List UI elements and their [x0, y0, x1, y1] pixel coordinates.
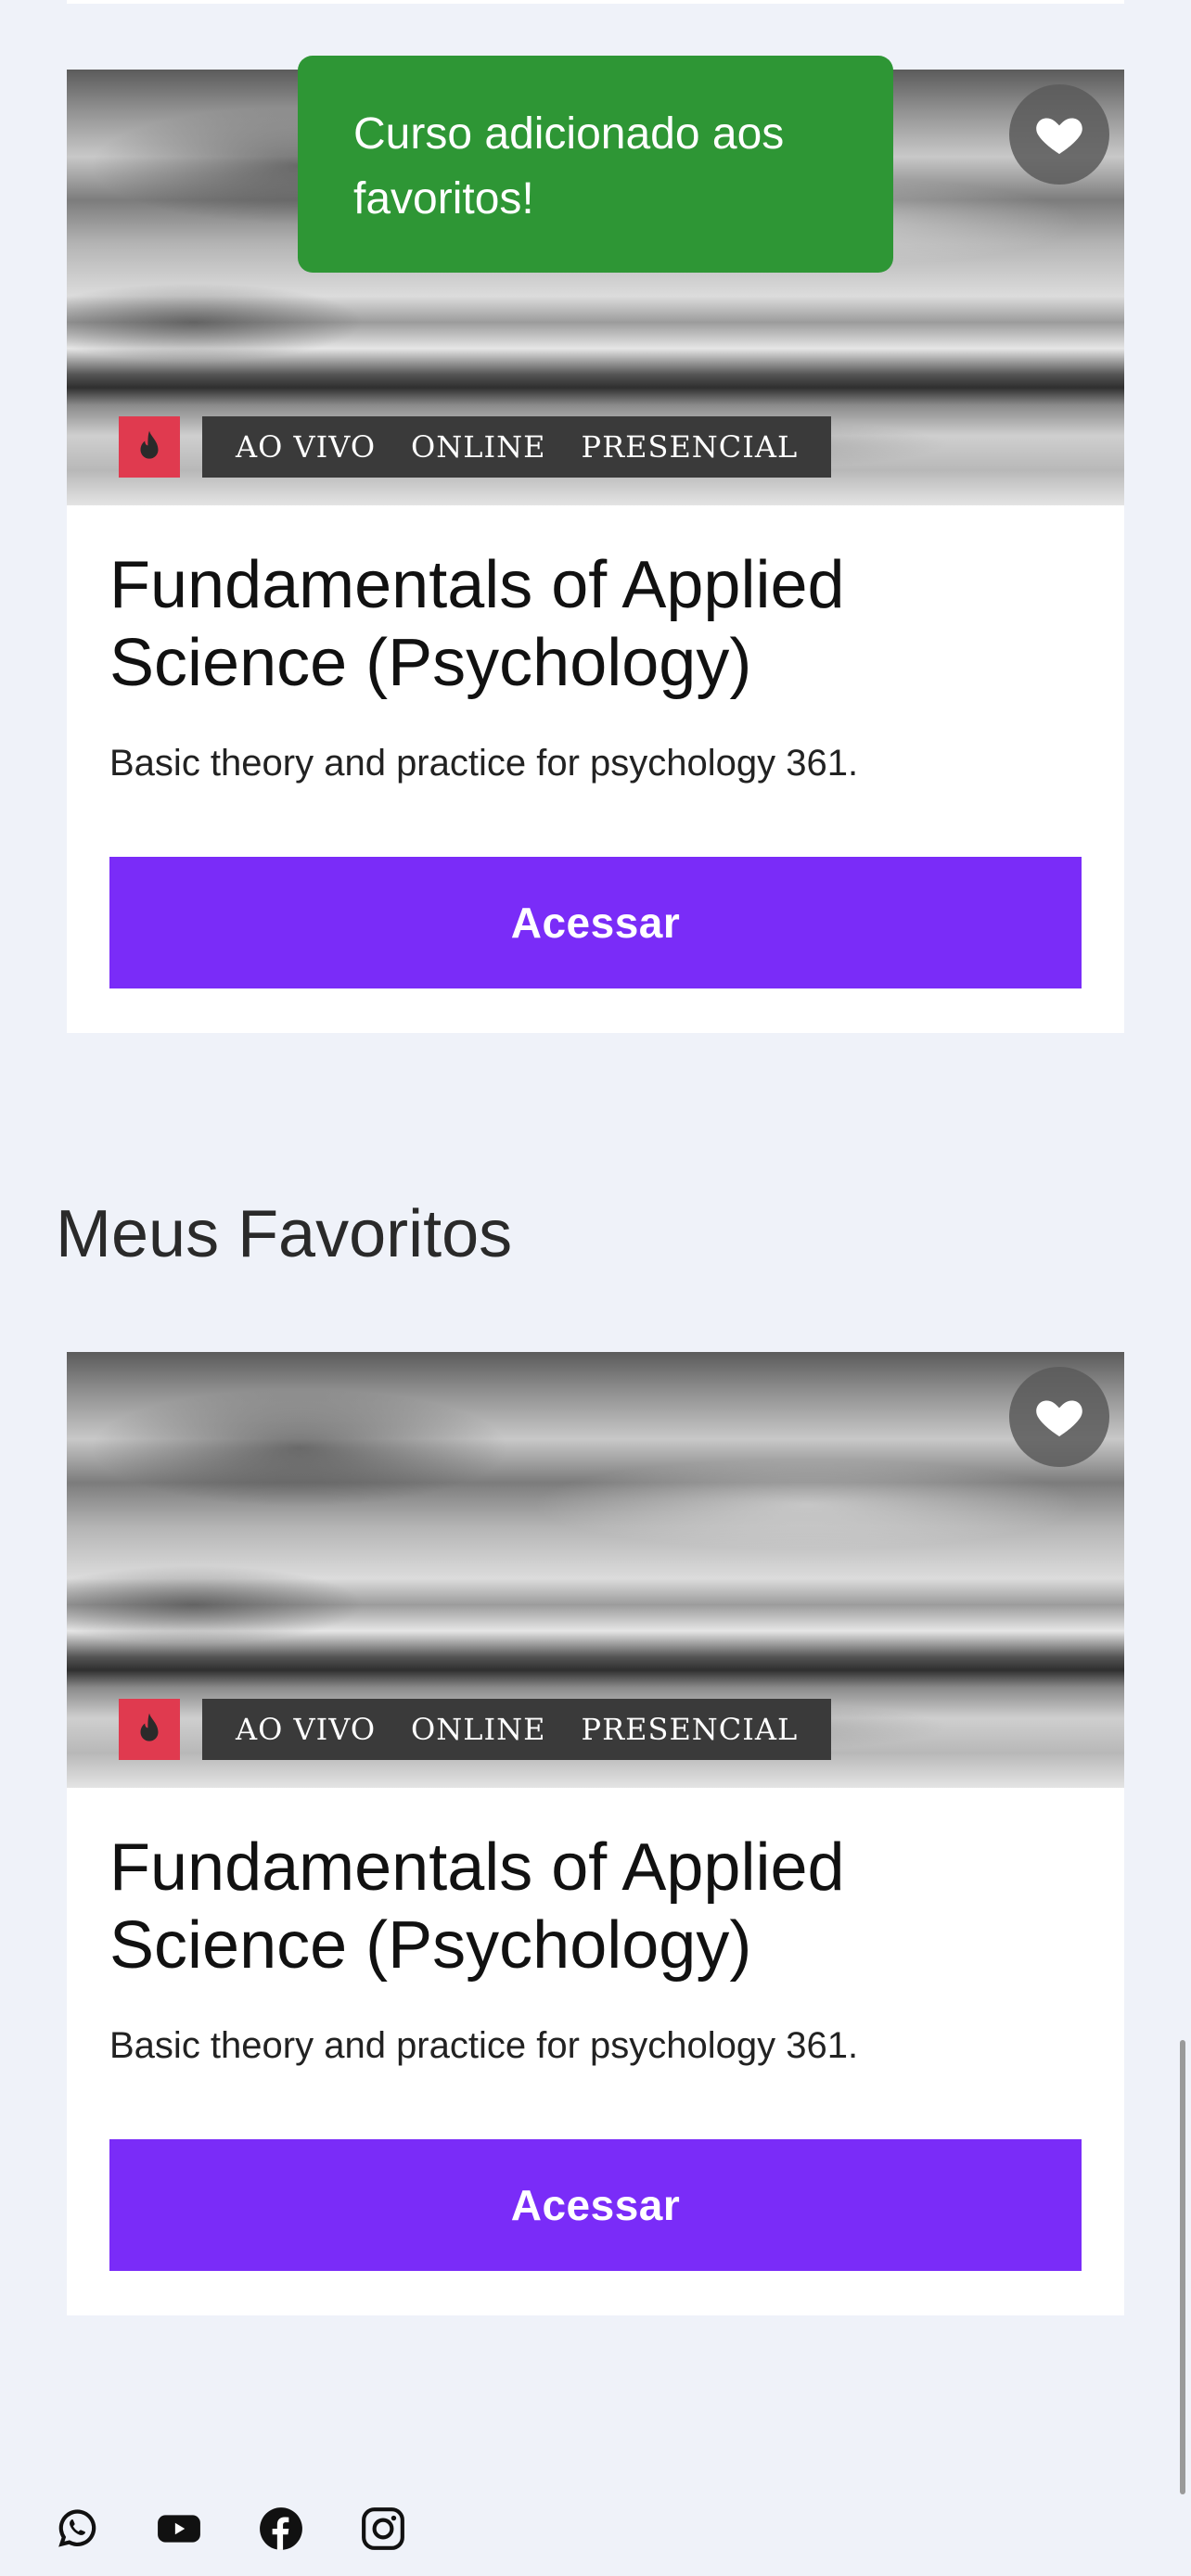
course-description: Basic theory and practice for psychology…	[109, 743, 859, 784]
heart-icon	[1036, 1400, 1082, 1436]
course-title: Fundamentals of Applied Science (Psychol…	[109, 1830, 845, 1983]
social-links	[54, 2506, 406, 2552]
flame-icon	[140, 1713, 159, 1741]
heart-icon	[1036, 118, 1082, 154]
favorite-course-card: AO VIVO ONLINE PRESENCIAL Fundamentals o…	[67, 1352, 1124, 2315]
flame-icon	[140, 430, 159, 459]
live-badge	[119, 416, 180, 478]
course-image: AO VIVO ONLINE PRESENCIAL	[67, 1352, 1124, 1788]
favorites-section-title: Meus Favoritos	[56, 1197, 513, 1271]
youtube-icon[interactable]	[156, 2506, 202, 2552]
live-badge	[119, 1699, 180, 1760]
toast-notification: Curso adicionado aos favoritos!	[298, 56, 893, 273]
tag-online: ONLINE	[411, 429, 546, 465]
modality-tags: AO VIVO ONLINE PRESENCIAL	[202, 416, 832, 478]
tag-in-person: PRESENCIAL	[581, 429, 799, 465]
tag-live: AO VIVO	[236, 429, 377, 465]
course-badges: AO VIVO ONLINE PRESENCIAL	[119, 416, 832, 478]
instagram-icon[interactable]	[360, 2506, 406, 2552]
whatsapp-icon[interactable]	[54, 2506, 100, 2552]
course-title: Fundamentals of Applied Science (Psychol…	[109, 548, 845, 700]
tag-in-person: PRESENCIAL	[581, 1712, 799, 1747]
favorite-button[interactable]	[1009, 84, 1109, 185]
tag-live: AO VIVO	[236, 1712, 377, 1747]
facebook-icon[interactable]	[258, 2506, 304, 2552]
scrollbar[interactable]	[1180, 2040, 1185, 2494]
access-button[interactable]: Acessar	[109, 2139, 1082, 2271]
course-description: Basic theory and practice for psychology…	[109, 2025, 859, 2066]
course-badges: AO VIVO ONLINE PRESENCIAL	[119, 1699, 832, 1760]
favorite-button[interactable]	[1009, 1367, 1109, 1467]
tag-online: ONLINE	[411, 1712, 546, 1747]
modality-tags: AO VIVO ONLINE PRESENCIAL	[202, 1699, 832, 1760]
previous-card-edge	[67, 0, 1124, 4]
access-button[interactable]: Acessar	[109, 857, 1082, 988]
